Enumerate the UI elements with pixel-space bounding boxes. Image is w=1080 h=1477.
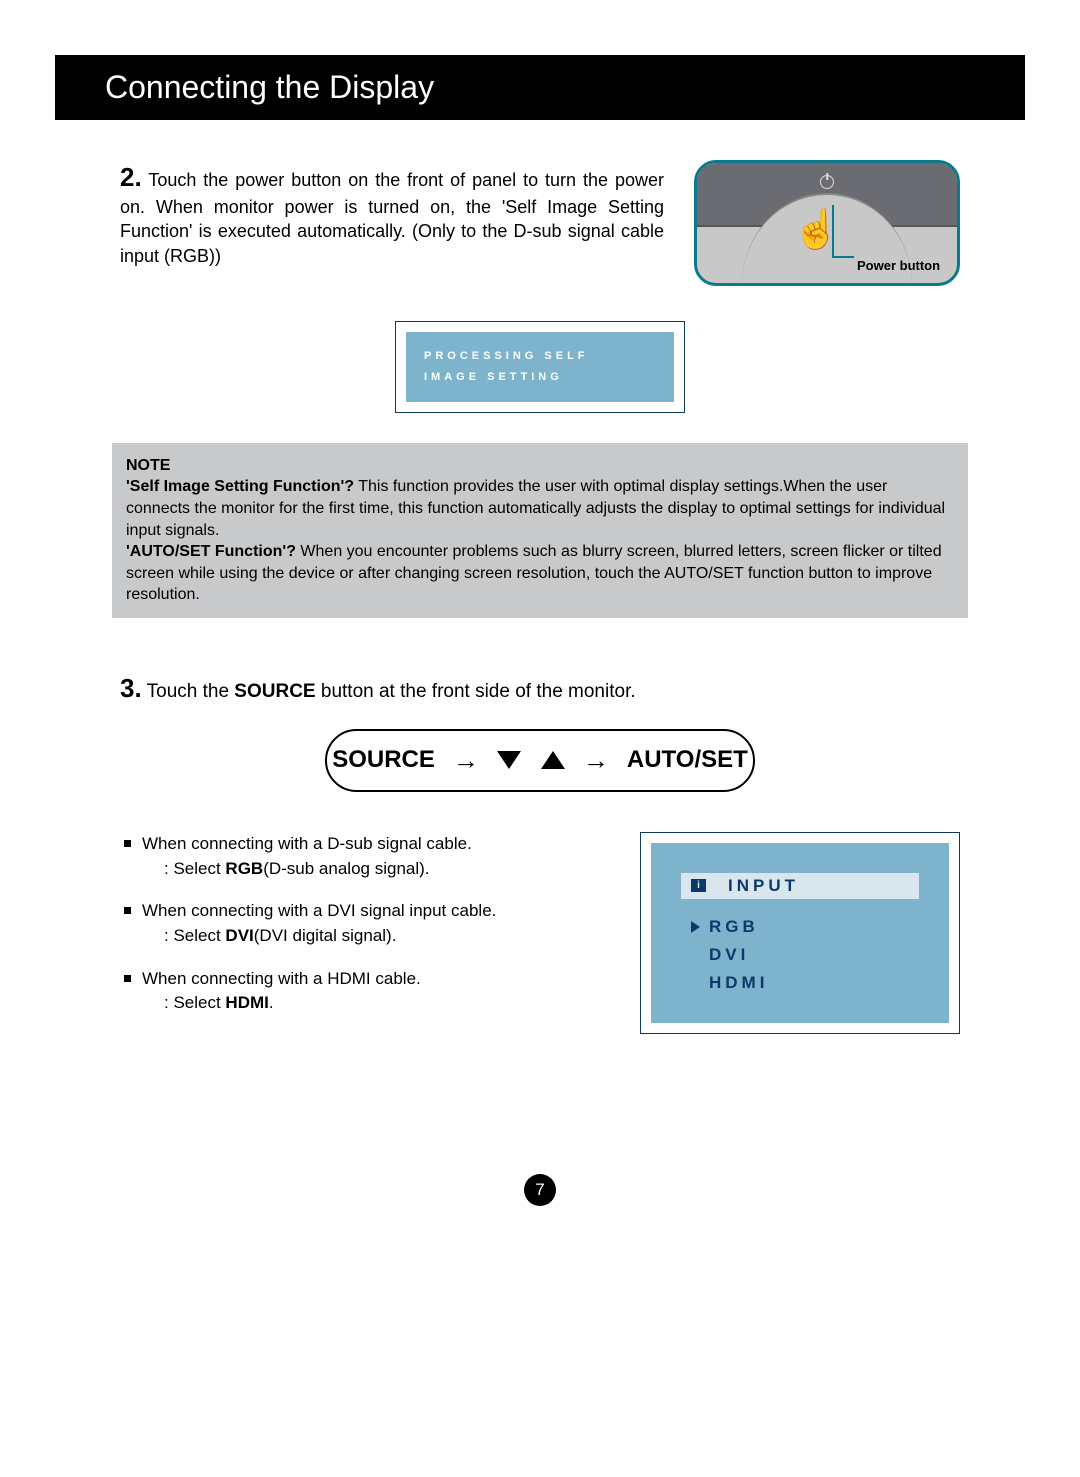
t-bold: RGB: [225, 859, 263, 878]
step-3-number: 3.: [120, 673, 142, 703]
list-item: When connecting with a DVI signal input …: [120, 899, 600, 948]
page-title-bar: Connecting the Display: [55, 55, 1025, 120]
osd-processing-box: PROCESSING SELF IMAGE SETTING: [395, 321, 685, 413]
list-item-1-line2: : Select RGB(D-sub analog signal).: [142, 857, 600, 882]
step-3-after: button at the front side of the monitor.: [316, 681, 636, 702]
t: (D-sub analog signal).: [263, 859, 429, 878]
power-icon: [820, 175, 834, 189]
pill-source-label: SOURCE: [332, 746, 435, 774]
step-2-number: 2.: [120, 162, 142, 192]
osd-processing-inner: PROCESSING SELF IMAGE SETTING: [406, 332, 674, 402]
list-item-3-line2: : Select HDMI.: [142, 991, 600, 1016]
list-item: When connecting with a D-sub signal cabl…: [120, 832, 600, 881]
t: : Select: [164, 859, 225, 878]
arrow-right-icon: →: [453, 745, 479, 776]
input-osd-panel: i INPUT RGB DVI HDMI: [640, 832, 960, 1034]
input-option-hdmi: HDMI: [681, 969, 919, 997]
input-option-rgb: RGB: [681, 913, 919, 941]
note-q2-label: 'AUTO/SET Function'?: [126, 543, 296, 560]
step-3-before: Touch the: [147, 681, 235, 702]
list-item-3-line1: When connecting with a HDMI cable.: [142, 967, 600, 992]
connection-list: When connecting with a D-sub signal cabl…: [120, 832, 600, 1034]
step-2-body: Touch the power button on the front of p…: [120, 170, 664, 266]
connection-options-row: When connecting with a D-sub signal cabl…: [120, 832, 960, 1034]
arrow-right-icon: →: [583, 745, 609, 776]
page-number: 7: [535, 1180, 544, 1200]
page-number-badge: 7: [524, 1174, 556, 1206]
list-item-1-line1: When connecting with a D-sub signal cabl…: [142, 832, 600, 857]
list-item-2-line1: When connecting with a DVI signal input …: [142, 899, 600, 924]
t: .: [269, 993, 274, 1012]
t: : Select: [164, 993, 225, 1012]
note-paragraph-2: 'AUTO/SET Function'? When you encounter …: [126, 541, 954, 606]
input-osd-inner: i INPUT RGB DVI HDMI: [651, 843, 949, 1023]
list-item-2-line2: : Select DVI(DVI digital signal).: [142, 924, 600, 949]
page: Connecting the Display 2. Touch the powe…: [0, 55, 1080, 1206]
info-icon: i: [691, 879, 706, 892]
t: : Select: [164, 926, 225, 945]
source-sequence-pill: SOURCE → → AUTO/SET: [325, 729, 755, 792]
pill-autoset-label: AUTO/SET: [627, 746, 748, 774]
note-box: NOTE 'Self Image Setting Function'? This…: [112, 443, 968, 618]
note-q1-label: 'Self Image Setting Function'?: [126, 478, 354, 495]
t: (DVI digital signal).: [254, 926, 397, 945]
step-3-bold: SOURCE: [234, 681, 315, 702]
power-button-label: Power button: [857, 258, 940, 273]
t-bold: DVI: [225, 926, 253, 945]
osd-line-2: IMAGE SETTING: [424, 367, 656, 388]
callout-line-v: [832, 205, 834, 257]
content-area: 2. Touch the power button on the front o…: [0, 120, 1080, 1206]
input-option-dvi: DVI: [681, 941, 919, 969]
step-3-text: 3. Touch the SOURCE button at the front …: [120, 673, 960, 704]
power-button-illustration: ☝ Power button: [694, 160, 960, 286]
note-paragraph-1: 'Self Image Setting Function'? This func…: [126, 476, 954, 541]
step-2-text: 2. Touch the power button on the front o…: [120, 160, 664, 268]
callout-line-h: [832, 256, 854, 258]
t-bold: HDMI: [225, 993, 268, 1012]
page-title: Connecting the Display: [105, 69, 434, 105]
triangle-up-icon: [541, 751, 565, 769]
triangle-down-icon: [497, 751, 521, 769]
input-osd-title-row: i INPUT: [681, 873, 919, 899]
list-item: When connecting with a HDMI cable. : Sel…: [120, 967, 600, 1016]
input-osd-title: INPUT: [728, 876, 799, 896]
step-2-row: 2. Touch the power button on the front o…: [120, 160, 960, 286]
note-title: NOTE: [126, 455, 954, 477]
osd-line-1: PROCESSING SELF: [424, 346, 656, 367]
